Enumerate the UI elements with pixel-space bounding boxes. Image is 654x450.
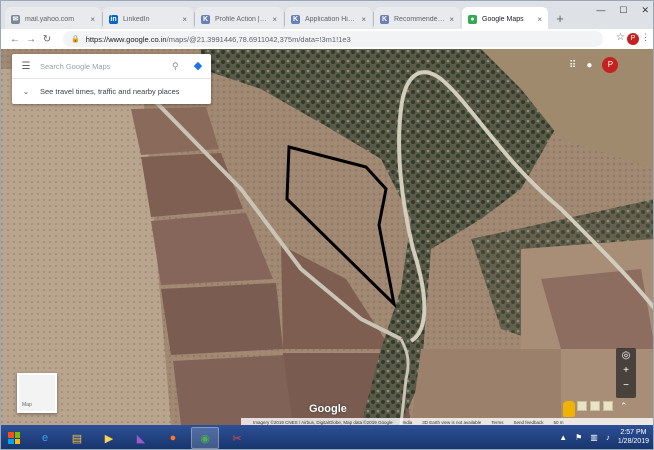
zoom-in-button[interactable]: + bbox=[616, 365, 636, 376]
reload-icon[interactable]: ↻ bbox=[39, 34, 55, 45]
clock-date: 1/28/2019 bbox=[617, 438, 649, 445]
close-icon[interactable]: × bbox=[361, 15, 366, 24]
start-button[interactable] bbox=[1, 425, 27, 449]
directions-icon[interactable]: ◆ bbox=[192, 60, 204, 72]
mail-icon: ✉ bbox=[11, 14, 20, 24]
tab-google-maps[interactable]: ● Google Maps × bbox=[462, 7, 548, 31]
browser-toolbar: ← → ↻ 🔒 https://www.google.co.in /maps/@… bbox=[1, 29, 653, 49]
imagery-thumb-icon[interactable] bbox=[577, 401, 587, 411]
close-window-icon[interactable]: ✕ bbox=[641, 5, 649, 16]
screen: ✉ mail.yahoo.com × in LinkedIn × K Profi… bbox=[0, 0, 654, 450]
minimize-icon[interactable]: — bbox=[596, 5, 605, 16]
chrome-icon[interactable]: ◉ bbox=[191, 427, 219, 449]
tab-application-history[interactable]: K Application History × bbox=[285, 7, 372, 31]
google-maps-icon: ● bbox=[468, 14, 477, 24]
show-hidden-icons-icon[interactable]: ▲ bbox=[559, 433, 567, 442]
zoom-out-button[interactable]: − bbox=[616, 380, 636, 391]
tab-label: Google Maps bbox=[482, 15, 524, 23]
close-icon[interactable]: × bbox=[272, 15, 277, 24]
snipping-tool-icon[interactable]: ✂ bbox=[223, 427, 251, 449]
close-icon[interactable]: × bbox=[182, 15, 187, 24]
my-location-icon[interactable]: ◎ bbox=[616, 350, 636, 361]
lock-icon: 🔒 bbox=[71, 36, 80, 43]
layer-label: Map bbox=[22, 402, 32, 408]
forward-arrow-icon[interactable]: → bbox=[23, 34, 39, 45]
tab-label: Recommended Jobs bbox=[394, 15, 445, 23]
apps-grid-icon[interactable]: ⠿ bbox=[569, 60, 576, 71]
travel-times-row[interactable]: ⌄ See travel times, traffic and nearby p… bbox=[12, 79, 211, 104]
imagery-thumb-icon[interactable] bbox=[590, 401, 600, 411]
travel-times-text: See travel times, traffic and nearby pla… bbox=[40, 87, 180, 96]
window-controls: — ☐ ✕ bbox=[596, 5, 649, 16]
url-path: /maps/@21.3991446,78.6911042,375m/data=!… bbox=[166, 34, 351, 44]
imagery-controls bbox=[577, 401, 613, 411]
search-row: ☰ ⚲ ◆ bbox=[12, 54, 211, 79]
menu-kebab-icon[interactable]: ⋮ bbox=[641, 32, 650, 43]
clock[interactable]: 2:57 PM 1/28/2019 bbox=[618, 428, 649, 446]
pegman-icon[interactable] bbox=[563, 401, 575, 417]
tab-recommended-jobs[interactable]: K Recommended Jobs × bbox=[374, 7, 460, 31]
scale-label[interactable]: 50 m bbox=[554, 420, 564, 425]
firefox-icon[interactable]: ● bbox=[159, 427, 187, 449]
close-icon[interactable]: × bbox=[449, 15, 454, 24]
search-icon[interactable]: ⚲ bbox=[172, 61, 179, 72]
notifications-icon[interactable]: ● bbox=[586, 60, 592, 71]
tab-linkedin[interactable]: in LinkedIn × bbox=[103, 7, 193, 31]
terms-link[interactable]: Terms bbox=[491, 420, 503, 425]
google-logo: Google bbox=[309, 403, 347, 415]
maximize-icon[interactable]: ☐ bbox=[619, 5, 627, 16]
k-logo-icon: K bbox=[201, 14, 210, 24]
attribution-imagery: Imagery ©2019 CNES / Airbus, DigitalGlob… bbox=[253, 419, 393, 425]
chevron-up-icon[interactable]: ⌃ bbox=[620, 401, 628, 412]
new-tab-button[interactable]: + bbox=[552, 10, 568, 26]
profile-avatar[interactable]: P bbox=[627, 33, 639, 45]
network-icon[interactable]: ▥ bbox=[590, 433, 598, 442]
linkedin-icon: in bbox=[109, 14, 118, 24]
tab-strip: ✉ mail.yahoo.com × in LinkedIn × K Profi… bbox=[1, 1, 653, 31]
tab-profile-action[interactable]: K Profile Action | Myn × bbox=[195, 7, 283, 31]
chevron-down-icon: ⌄ bbox=[22, 87, 30, 96]
map-layer-toggle[interactable]: Map bbox=[17, 373, 57, 413]
map-account-controls: ⠿ ● P bbox=[569, 57, 619, 73]
search-input[interactable] bbox=[40, 61, 160, 71]
volume-icon[interactable]: ♪ bbox=[606, 433, 610, 442]
visual-studio-icon[interactable]: ◣ bbox=[127, 427, 155, 449]
imagery-thumb-icon[interactable] bbox=[603, 401, 613, 411]
map-search-card: ☰ ⚲ ◆ ⌄ See travel times, traffic and ne… bbox=[12, 54, 211, 104]
action-center-icon[interactable]: ⚑ bbox=[575, 433, 582, 442]
k-logo-icon: K bbox=[291, 14, 300, 24]
system-tray: ▲ ⚑ ▥ ♪ 2:57 PM 1/28/2019 bbox=[559, 428, 649, 446]
attribution-3d: 3D Earth view is not available bbox=[422, 419, 482, 425]
send-feedback-link[interactable]: Send feedback bbox=[514, 420, 544, 425]
clock-time: 2:57 PM bbox=[620, 429, 647, 436]
close-icon[interactable]: × bbox=[90, 15, 95, 24]
satellite-imagery bbox=[1, 49, 653, 425]
tab-label: mail.yahoo.com bbox=[25, 15, 75, 23]
tab-label: Profile Action | Myn bbox=[215, 15, 268, 23]
url-host: https://www.google.co.in bbox=[85, 34, 167, 44]
windows-taskbar: e ▤ ▶ ◣ ● ◉ ✂ ▲ ⚑ ▥ ♪ 2:57 PM 1/28/2019 bbox=[1, 425, 653, 449]
file-explorer-icon[interactable]: ▤ bbox=[63, 427, 91, 449]
internet-explorer-icon[interactable]: e bbox=[31, 427, 59, 449]
satellite-map[interactable] bbox=[1, 49, 653, 425]
hamburger-menu-icon[interactable]: ☰ bbox=[12, 61, 40, 72]
close-icon[interactable]: × bbox=[537, 15, 542, 24]
address-bar[interactable]: 🔒 https://www.google.co.in /maps/@21.399… bbox=[63, 31, 603, 47]
bookmark-star-icon[interactable]: ☆ bbox=[616, 32, 625, 43]
back-arrow-icon[interactable]: ← bbox=[7, 34, 23, 45]
k-logo-icon: K bbox=[380, 14, 389, 24]
tab-mail-yahoo[interactable]: ✉ mail.yahoo.com × bbox=[5, 7, 101, 31]
tab-label: Application History bbox=[305, 15, 358, 23]
media-player-icon[interactable]: ▶ bbox=[95, 427, 123, 449]
account-avatar[interactable]: P bbox=[602, 57, 619, 73]
tab-label: LinkedIn bbox=[123, 15, 150, 23]
attribution-region[interactable]: India bbox=[402, 420, 412, 425]
windows-logo-icon bbox=[8, 432, 20, 444]
zoom-controls: ◎ + − bbox=[616, 348, 636, 398]
